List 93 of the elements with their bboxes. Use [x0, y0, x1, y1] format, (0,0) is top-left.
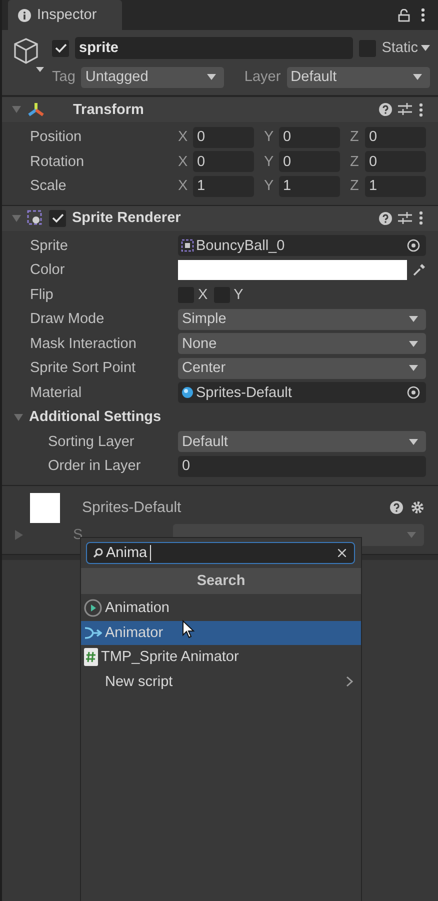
field-label: Mask Interaction [30, 336, 138, 352]
field-label: Flip [30, 286, 54, 303]
material-name: Sprites-Default [82, 499, 182, 516]
chevron-right-icon [346, 676, 353, 688]
menu-item[interactable]: Animator [81, 620, 361, 645]
caret-icon [409, 365, 418, 372]
settings-icon[interactable] [411, 501, 424, 514]
caret-icon [407, 532, 416, 538]
object-field[interactable]: Sprites-Default [178, 382, 426, 404]
field-label: Color [30, 262, 66, 278]
axis-label: Y [264, 129, 275, 146]
axis-label: Y [264, 178, 275, 194]
axis-label: X [178, 129, 189, 146]
material-preview [30, 492, 60, 522]
lock-icon[interactable] [398, 8, 410, 22]
layer-label: Layer [244, 69, 281, 85]
script-icon [84, 648, 98, 666]
tag-label: Tag [52, 69, 76, 85]
target-icon[interactable] [407, 386, 420, 400]
field-label: Material [30, 384, 83, 401]
enabled-checkbox[interactable] [49, 210, 66, 226]
target-icon[interactable] [407, 239, 420, 252]
sprite-icon [181, 239, 194, 252]
number-field[interactable]: 1 [365, 176, 426, 197]
more-icon[interactable] [418, 102, 424, 118]
branch-icon [84, 626, 102, 640]
info-icon [18, 8, 31, 22]
number-field[interactable]: 0 [365, 126, 426, 148]
sphere-icon [181, 386, 194, 400]
more-icon[interactable] [418, 210, 424, 226]
number-field[interactable]: 0 [193, 126, 254, 148]
component-title: Transform [73, 102, 144, 118]
number-field[interactable]: 0 [193, 151, 254, 172]
search-field[interactable]: Anima [86, 542, 355, 564]
eyedropper-icon[interactable] [412, 263, 426, 278]
mouse-cursor-icon [182, 620, 195, 639]
axis-label: Z [350, 154, 360, 170]
clear-icon[interactable] [338, 549, 346, 557]
field-label: Sprite [30, 238, 69, 254]
caret-icon [409, 340, 418, 347]
number-field[interactable]: 1 [193, 176, 254, 197]
axis-label: Y [264, 154, 275, 170]
caret-icon [409, 316, 418, 322]
axis-label: Z [350, 178, 360, 194]
dropdown[interactable]: Simple [178, 308, 426, 330]
layer-dropdown[interactable]: Default [286, 66, 430, 88]
field-label: Position [30, 129, 83, 146]
dropdown[interactable]: None [178, 333, 426, 354]
field-label: Sprite Sort Point [30, 360, 137, 376]
popup-header: Search [81, 568, 361, 594]
name-field[interactable]: sprite [75, 37, 353, 59]
help-icon[interactable] [390, 501, 403, 514]
field-label: Sorting Layer [47, 434, 136, 450]
section-title: Additional Settings [29, 409, 162, 426]
dropdown[interactable]: Center [178, 358, 426, 379]
field-label: Order in Layer [47, 458, 142, 474]
axis-label: Z [350, 129, 360, 146]
dropdown[interactable]: Default [178, 431, 426, 452]
number-field[interactable]: 0 [178, 456, 426, 477]
presets-icon[interactable] [398, 212, 412, 224]
field-label: Scale [30, 178, 68, 194]
play-circle-icon [84, 599, 102, 618]
sprite-renderer-icon [27, 210, 43, 226]
caret-icon [413, 74, 422, 80]
caret-icon [409, 438, 418, 445]
checkbox-label: X [198, 286, 208, 303]
static-dropdown[interactable]: Static [382, 40, 430, 56]
menu-item[interactable]: Animation [81, 596, 361, 620]
checkbox-label: Y [234, 286, 244, 303]
help-icon[interactable] [379, 212, 392, 224]
axis-label: X [178, 178, 189, 194]
axes-icon [27, 102, 45, 118]
menu-item[interactable]: New script [81, 670, 361, 694]
number-field[interactable]: 0 [279, 126, 340, 148]
help-icon[interactable] [379, 103, 392, 116]
active-checkbox[interactable] [52, 40, 69, 56]
inspector-tab[interactable]: Inspector [8, 0, 122, 30]
field-label: Rotation [30, 154, 86, 170]
number-field[interactable]: 1 [279, 176, 340, 197]
field-label: Draw Mode [30, 311, 106, 328]
tag-dropdown[interactable]: Untagged [81, 66, 224, 88]
color-field[interactable] [178, 260, 407, 280]
search-icon [93, 548, 103, 558]
component-title: Sprite Renderer [72, 210, 181, 226]
presets-icon[interactable] [398, 103, 412, 116]
caret-icon [207, 74, 216, 80]
object-field[interactable]: BouncyBall_0 [178, 235, 426, 256]
caret-icon [421, 45, 430, 51]
number-field[interactable]: 0 [365, 151, 426, 172]
axis-label: X [178, 154, 189, 170]
number-field[interactable]: 0 [279, 151, 340, 172]
menu-item[interactable]: TMP_Sprite Animator [81, 645, 361, 670]
more-icon[interactable] [420, 7, 426, 23]
